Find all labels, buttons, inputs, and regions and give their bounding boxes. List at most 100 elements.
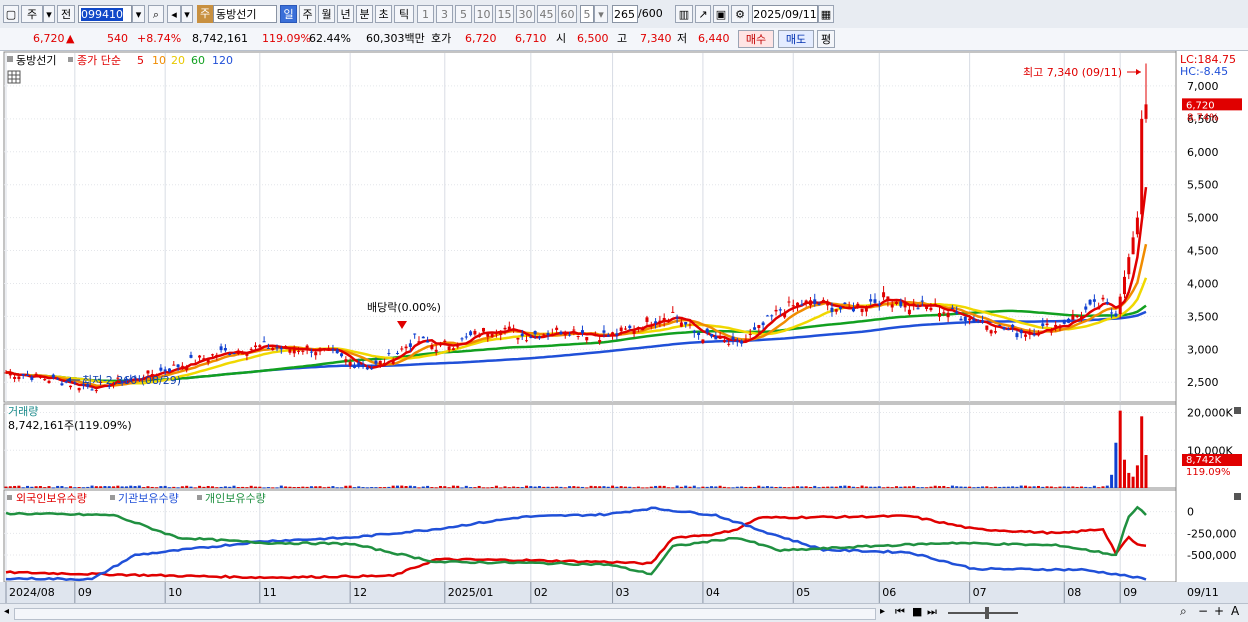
zoom-out-icon[interactable]: − — [1198, 604, 1208, 618]
period-week[interactable]: 주 — [299, 5, 316, 23]
market-dropdown-icon[interactable]: ▾ — [43, 5, 55, 23]
price-panel-title: 동방선기 — [16, 54, 56, 67]
volume-bar — [352, 487, 356, 489]
candle-body — [1144, 104, 1148, 119]
period-month[interactable]: 월 — [318, 5, 335, 23]
volume-bar — [813, 485, 817, 488]
volume-bar — [1002, 486, 1006, 488]
scroll-right-icon[interactable]: ▸ — [880, 606, 885, 617]
candle-body — [1101, 297, 1105, 300]
period-second[interactable]: 초 — [375, 5, 392, 23]
candle-body — [886, 296, 890, 302]
search-icon[interactable]: ⌕ — [148, 5, 164, 23]
eval-button[interactable]: 평 — [817, 30, 835, 48]
volume-bar — [271, 487, 275, 489]
interval-15[interactable]: 15 — [495, 5, 514, 23]
font-size-icon[interactable]: A — [1231, 604, 1239, 618]
sound-dropdown-icon[interactable]: ▾ — [181, 5, 193, 23]
candle-body — [770, 315, 774, 317]
volume-bar — [1079, 486, 1083, 488]
interval-5[interactable]: 5 — [455, 5, 472, 23]
interval-30[interactable]: 30 — [516, 5, 535, 23]
horizontal-scrollbar[interactable] — [14, 608, 876, 620]
candle-body — [520, 333, 524, 337]
volume-bar — [851, 486, 855, 488]
stop-icon[interactable]: ■ — [912, 605, 922, 618]
count-input[interactable]: 265 — [612, 5, 638, 23]
candle-body — [1131, 237, 1135, 255]
volume-bar — [632, 487, 636, 489]
candle-body — [684, 321, 688, 325]
interval-1[interactable]: 1 — [417, 5, 434, 23]
volume-bar — [103, 486, 107, 488]
scroll-left-icon[interactable]: ◂ — [4, 606, 9, 617]
prev-button[interactable]: 전 — [57, 5, 75, 23]
grid-table-icon[interactable] — [7, 70, 21, 84]
volume-bar — [219, 486, 223, 488]
zoom-slider-handle[interactable] — [985, 607, 989, 619]
volume-bar — [1036, 485, 1040, 488]
x-tick-label: 08 — [1067, 586, 1081, 599]
window-menu-icon[interactable]: ▢ — [3, 5, 19, 23]
volume-bar — [516, 486, 520, 488]
candle-body — [258, 345, 262, 348]
search-zoom-icon[interactable]: ⌕ — [1180, 604, 1187, 619]
volume-bar — [21, 487, 25, 489]
sound-icon[interactable]: ◂ — [167, 5, 181, 23]
period-year[interactable]: 년 — [337, 5, 354, 23]
interval-60[interactable]: 60 — [558, 5, 577, 23]
volume-bar — [13, 485, 17, 488]
volume-bar — [142, 487, 146, 489]
candle-body — [671, 311, 675, 313]
buy-button[interactable]: 매수 — [738, 30, 774, 48]
period-day[interactable]: 일 — [280, 5, 297, 23]
volume-bar — [361, 487, 365, 489]
candle-body — [17, 376, 21, 380]
candle-body — [796, 302, 800, 307]
zoom-in-icon[interactable]: + — [1214, 604, 1224, 618]
candle-body — [606, 335, 610, 337]
volume-bar — [929, 486, 933, 488]
code-dropdown-icon[interactable]: ▾ — [132, 5, 145, 23]
candle-body — [968, 318, 972, 321]
interval-input[interactable]: 5 — [580, 5, 594, 23]
candle-body — [297, 350, 301, 352]
candle-body — [645, 317, 649, 322]
volume-bar — [735, 486, 739, 488]
calendar-icon[interactable]: ▦ — [818, 5, 834, 23]
candle-body — [563, 333, 567, 336]
candle-body — [90, 389, 94, 391]
market-select[interactable]: 주 — [21, 5, 43, 23]
code-input[interactable]: 099410 — [78, 5, 132, 23]
draw-tool-icon[interactable]: ↗ — [695, 5, 711, 23]
candle-body — [438, 342, 442, 346]
volume-bar — [305, 486, 309, 488]
volume-bar — [843, 485, 847, 488]
interval-10[interactable]: 10 — [474, 5, 493, 23]
candle-type-icon[interactable]: ▥ — [675, 5, 693, 23]
sell-button[interactable]: 매도 — [778, 30, 814, 48]
play-forward-icon[interactable]: ⏭ — [927, 605, 937, 619]
date-input[interactable]: 2025/09/11 — [752, 5, 818, 23]
volume-tag-pct: 119.09% — [1186, 467, 1231, 478]
holdings-panel-close-icon[interactable] — [1234, 493, 1241, 500]
settings-gear-icon[interactable]: ⚙ — [731, 5, 749, 23]
volume-bar — [778, 486, 782, 488]
zoom-slider[interactable] — [948, 612, 1018, 614]
interval-3[interactable]: 3 — [436, 5, 453, 23]
candle-body — [1019, 329, 1023, 334]
save-icon[interactable]: ▣ — [713, 5, 729, 23]
interval-dropdown-icon[interactable]: ▾ — [594, 5, 608, 23]
period-minute[interactable]: 분 — [356, 5, 373, 23]
interval-45[interactable]: 45 — [537, 5, 556, 23]
period-tick[interactable]: 틱 — [394, 5, 414, 23]
volume-panel-close-icon[interactable] — [1234, 407, 1241, 414]
volume-bar — [159, 486, 163, 488]
candle-body — [976, 320, 980, 323]
play-back-icon[interactable]: ⏮ — [895, 605, 905, 619]
volume-bar — [17, 485, 21, 488]
candle-body — [550, 333, 554, 335]
volume-bar — [542, 486, 546, 488]
candle-body — [666, 319, 670, 321]
volume-bar — [1140, 416, 1144, 488]
